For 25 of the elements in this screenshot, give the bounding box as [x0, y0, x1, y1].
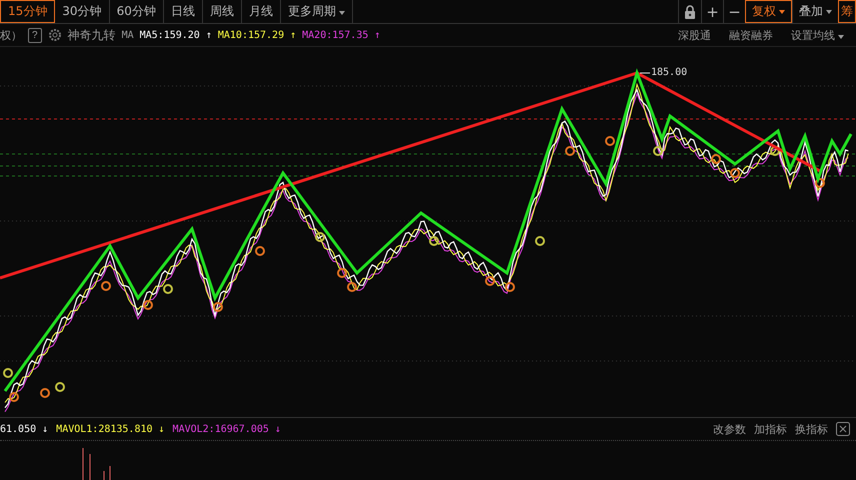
indicator-name[interactable]: 神奇九转	[68, 26, 116, 44]
menu-button[interactable]: 复权	[745, 0, 792, 23]
adjust-label: 权）	[0, 28, 22, 42]
volume-value: MAVOL1:28135.810 ↓	[56, 424, 165, 434]
toolbar-link[interactable]: 融资融券	[729, 28, 773, 42]
indicator-action[interactable]: 改参数	[713, 422, 746, 436]
volume-value: 61.050 ↓	[0, 424, 48, 434]
ma-value: MA20:157.35 ↑	[302, 30, 380, 40]
settings-icon[interactable]	[48, 28, 62, 42]
ma-value: MA10:157.29 ↑	[218, 30, 296, 40]
lock-icon	[684, 4, 696, 18]
peak-price-label: 185.00	[651, 67, 688, 78]
leader-line	[640, 72, 650, 74]
volume-value: MAVOL2:16967.005 ↓	[172, 424, 281, 434]
ma-value: MA5:159.20 ↑	[140, 30, 212, 40]
indicator-action[interactable]: 加指标	[754, 422, 787, 436]
close-icon[interactable]	[836, 422, 850, 436]
volume-bars-drawing	[82, 448, 111, 480]
toolbar-link[interactable]: 深股通	[678, 28, 711, 42]
period-tab[interactable]: 15分钟	[0, 0, 56, 23]
menu-button[interactable]: 筹	[838, 0, 856, 23]
toolbar-link[interactable]: 设置均线	[791, 28, 844, 42]
indicator-action[interactable]: 换指标	[795, 422, 828, 436]
ma-label: MA	[122, 30, 134, 40]
help-button[interactable]: ?	[28, 28, 42, 42]
